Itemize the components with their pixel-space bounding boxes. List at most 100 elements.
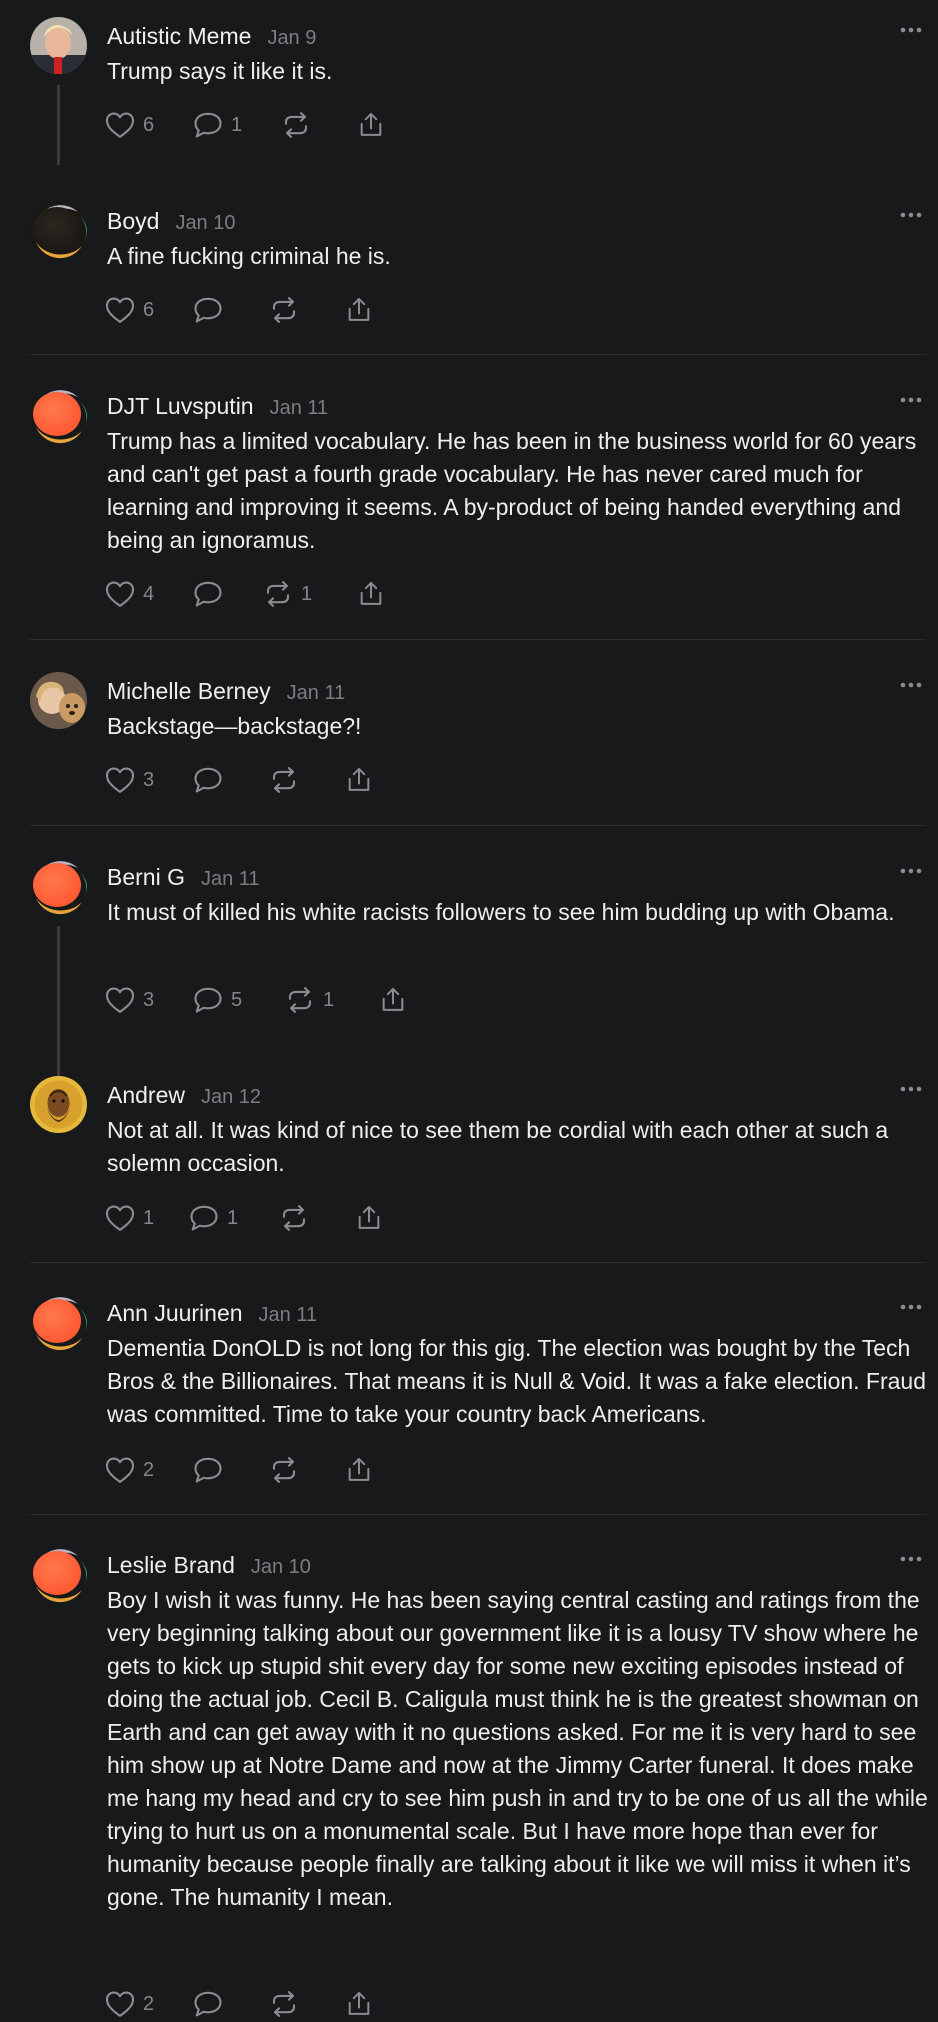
reply-count: 5 <box>231 988 243 1011</box>
like-button[interactable]: 2 <box>105 1453 193 1487</box>
like-count: 4 <box>143 582 155 605</box>
share-icon <box>345 766 373 794</box>
reply-button[interactable]: 5 <box>193 983 285 1017</box>
repost-count: 1 <box>301 582 313 605</box>
more-icon[interactable] <box>900 397 922 409</box>
like-count: 3 <box>143 988 155 1011</box>
comment-date: Jan 12 <box>200 1086 262 1108</box>
comment-text: Trump says it like it is. <box>107 58 333 84</box>
comment-icon <box>193 986 223 1014</box>
share-icon <box>379 986 407 1014</box>
share-button[interactable] <box>345 1453 373 1487</box>
share-button[interactable] <box>379 983 407 1017</box>
more-icon[interactable] <box>900 1086 922 1098</box>
more-icon[interactable] <box>900 1556 922 1568</box>
divider <box>30 354 926 355</box>
repost-icon <box>269 1456 299 1484</box>
reply-count: 1 <box>231 113 243 136</box>
heart-icon <box>105 986 135 1014</box>
repost-button[interactable] <box>281 108 357 142</box>
repost-icon <box>269 296 299 324</box>
like-button[interactable]: 6 <box>105 108 193 142</box>
like-button[interactable]: 4 <box>105 577 193 611</box>
reply-button[interactable] <box>193 293 269 327</box>
heart-icon <box>105 296 135 324</box>
avatar[interactable] <box>30 202 87 259</box>
author-name[interactable]: Michelle Berney <box>107 678 271 705</box>
comment-text: Not at all. It was kind of nice to see t… <box>107 1117 895 1176</box>
comment-text: Dementia DonOLD is not long for this gig… <box>107 1335 933 1427</box>
more-icon[interactable] <box>900 1304 922 1316</box>
repost-icon <box>285 986 315 1014</box>
thread-line <box>57 85 60 165</box>
more-icon[interactable] <box>900 27 922 39</box>
avatar[interactable] <box>30 17 87 74</box>
share-button[interactable] <box>345 1987 373 2021</box>
reply-button[interactable] <box>193 1453 269 1487</box>
heart-icon <box>105 111 135 139</box>
heart-icon <box>105 1990 135 2018</box>
share-button[interactable] <box>345 763 373 797</box>
share-icon <box>345 1456 373 1484</box>
author-name[interactable]: Leslie Brand <box>107 1552 235 1579</box>
heart-icon <box>105 1456 135 1484</box>
repost-icon <box>279 1204 309 1232</box>
author-name[interactable]: Andrew <box>107 1082 185 1109</box>
repost-button[interactable] <box>279 1201 355 1235</box>
share-button[interactable] <box>355 1201 383 1235</box>
reply-button[interactable] <box>193 577 263 611</box>
comment-icon <box>193 1990 223 2018</box>
repost-icon <box>263 580 293 608</box>
comment-icon <box>193 766 223 794</box>
comment-icon <box>193 1456 223 1484</box>
share-button[interactable] <box>357 577 385 611</box>
repost-button[interactable] <box>269 293 345 327</box>
like-count: 2 <box>143 1992 155 2015</box>
avatar[interactable] <box>30 672 87 729</box>
comment-date: Jan 11 <box>258 1304 318 1326</box>
avatar[interactable] <box>30 1546 87 1603</box>
comment-text: It must of killed his white racists foll… <box>107 899 895 925</box>
comment-text: Boy I wish it was funny. He has been say… <box>107 1587 935 1910</box>
more-icon[interactable] <box>900 868 922 880</box>
like-button[interactable]: 1 <box>105 1201 189 1235</box>
repost-icon <box>269 1990 299 2018</box>
like-count: 3 <box>143 768 155 791</box>
author-name[interactable]: Ann Juurinen <box>107 1300 243 1327</box>
like-button[interactable]: 3 <box>105 983 193 1017</box>
more-icon[interactable] <box>900 212 922 224</box>
avatar[interactable] <box>30 858 87 915</box>
share-button[interactable] <box>345 293 373 327</box>
share-icon <box>345 1990 373 2018</box>
like-count: 6 <box>143 113 155 136</box>
divider <box>30 1262 926 1263</box>
comment-date: Jan 11 <box>200 868 260 890</box>
share-icon <box>357 111 385 139</box>
comment-icon <box>189 1204 219 1232</box>
avatar[interactable] <box>30 387 87 444</box>
avatar[interactable] <box>30 1294 87 1351</box>
more-icon[interactable] <box>900 682 922 694</box>
avatar[interactable] <box>30 1076 87 1133</box>
reply-button[interactable] <box>193 1987 269 2021</box>
reply-button[interactable]: 1 <box>189 1201 279 1235</box>
repost-button[interactable] <box>269 1987 345 2021</box>
comment-icon <box>193 580 223 608</box>
author-name[interactable]: Autistic Meme <box>107 23 251 50</box>
author-name[interactable]: Boyd <box>107 208 159 235</box>
comment-date: Jan 10 <box>250 1556 311 1578</box>
author-name[interactable]: DJT Luvsputin <box>107 393 254 420</box>
share-button[interactable] <box>357 108 385 142</box>
like-button[interactable]: 3 <box>105 763 193 797</box>
reply-button[interactable] <box>193 763 269 797</box>
reply-button[interactable]: 1 <box>193 108 281 142</box>
like-button[interactable]: 2 <box>105 1987 193 2021</box>
like-button[interactable]: 6 <box>105 293 193 327</box>
repost-button[interactable] <box>269 1453 345 1487</box>
comment-date: Jan 9 <box>267 27 317 49</box>
comment-date: Jan 11 <box>286 682 346 704</box>
repost-button[interactable]: 1 <box>285 983 379 1017</box>
repost-button[interactable]: 1 <box>263 577 357 611</box>
repost-button[interactable] <box>269 763 345 797</box>
author-name[interactable]: Berni G <box>107 864 185 891</box>
